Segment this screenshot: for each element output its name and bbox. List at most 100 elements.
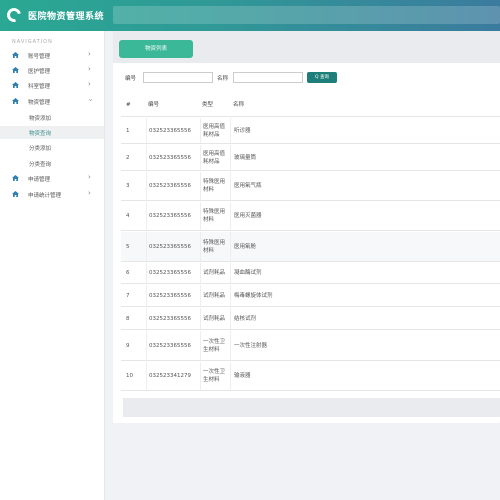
cell-name: 梅毒螺旋体试剂 (230, 285, 500, 306)
cell-type: 试剂耗品 (200, 308, 230, 329)
sidebar-item-label: 物资管理 (28, 100, 51, 106)
table-header: # 编号 类型 名称 (121, 93, 500, 117)
sidebar-subitem-label: 物资查询 (29, 131, 52, 137)
chevron-right-icon: › (88, 80, 91, 88)
table-row[interactable]: 9 032523365556 一次性卫生材料 一次性注射器 (121, 331, 500, 361)
pagination-bar (123, 398, 500, 417)
table-row[interactable]: 1 032523365556 医用高值耗材品 听诊器 (121, 118, 500, 144)
cell-type-text: 特殊医用材料 (203, 179, 226, 193)
cell-index: 1 (126, 127, 130, 134)
cell-no: 032523365556 (146, 202, 200, 230)
col-header-name: 名称 (233, 101, 245, 108)
sidebar-subitem-add-supply[interactable]: 物资添加 (0, 111, 104, 124)
cell-type: 医用高值耗材品 (200, 118, 230, 143)
cell-type-text: 特殊医用材料 (203, 239, 226, 254)
top-header: 医院物资管理系统 (0, 0, 500, 31)
sidebar-item-medical-staff[interactable]: 医护管理 › (0, 64, 104, 77)
sidebar-item-departments[interactable]: 科室管理 › (0, 79, 104, 92)
table-row[interactable]: 6 032523365556 试剂耗品 凝血酶试剂 (121, 263, 500, 284)
sidebar-item-label: 医护管理 (28, 69, 51, 75)
cell-no: 032523365556 (146, 118, 200, 143)
tab-supply-list[interactable]: 物资列表 (119, 40, 193, 58)
cell-name: 凝血酶试剂 (230, 263, 500, 283)
home-icon (12, 191, 19, 197)
cell-type: 试剂耗品 (200, 285, 230, 306)
table-row[interactable]: 5 032523365556 特殊医用材料 医用氧舱 (121, 232, 500, 262)
cell-type-text: 试剂耗品 (203, 292, 226, 299)
sidebar-item-label: 申请管理 (28, 177, 51, 183)
search-button[interactable]: Q 查询 (307, 72, 337, 83)
cell-name: 医用灭菌器 (230, 202, 500, 230)
cell-index: 2 (126, 154, 130, 161)
cell-type: 特殊医用材料 (200, 202, 230, 230)
table-row[interactable]: 8 032523365556 试剂耗品 结核试剂 (121, 308, 500, 330)
col-header-no: 编号 (148, 101, 160, 108)
cell-type-text: 试剂耗品 (203, 315, 226, 322)
chevron-right-icon: › (88, 173, 91, 181)
home-icon (12, 82, 19, 88)
cell-type: 一次性卫生材料 (200, 331, 230, 360)
sidebar-item-label: 账号管理 (28, 54, 51, 60)
col-header-type: 类型 (202, 101, 214, 108)
sidebar-subitem-query-supply[interactable]: 物资查询 (0, 126, 104, 139)
cell-type: 特殊医用材料 (200, 232, 230, 261)
cell-name: 结核试剂 (230, 308, 500, 329)
cell-name: 输液器 (230, 362, 500, 390)
home-icon (12, 98, 19, 104)
app-title: 医院物资管理系统 (28, 12, 105, 22)
sidebar-item-accounts[interactable]: 账号管理 › (0, 49, 104, 62)
chevron-down-icon: › (86, 98, 95, 102)
sidebar-item-application-stats[interactable]: 申请统计管理 › (0, 188, 104, 201)
cell-type-text: 特殊医用材料 (203, 209, 226, 223)
home-icon (12, 67, 19, 73)
filter-name-input[interactable] (233, 72, 303, 83)
table-row[interactable]: 10 032523341279 一次性卫生材料 输液器 (121, 362, 500, 391)
cell-index: 3 (126, 183, 130, 189)
cell-type: 医用高值耗材品 (200, 145, 230, 170)
cell-index: 8 (126, 315, 130, 322)
cell-type-text: 一次性卫生材料 (203, 338, 226, 353)
cell-index: 7 (126, 292, 130, 299)
cell-type: 试剂耗品 (200, 263, 230, 283)
cell-name: 玻璃量筒 (230, 145, 500, 170)
chevron-right-icon: › (88, 65, 91, 73)
filter-no-input[interactable] (143, 72, 213, 83)
chevron-right-icon: › (88, 50, 91, 58)
cell-type-text: 试剂耗品 (203, 270, 226, 276)
table-row[interactable]: 7 032523365556 试剂耗品 梅毒螺旋体试剂 (121, 285, 500, 307)
cell-no: 032523365556 (146, 232, 200, 261)
cell-type-text: 医用高值耗材品 (203, 150, 226, 165)
cell-no: 032523365556 (146, 172, 200, 200)
cell-name: 听诊器 (230, 118, 500, 143)
nav-caption: NAVIGATION (12, 39, 53, 45)
cell-type: 一次性卫生材料 (200, 362, 230, 390)
top-search-bar[interactable] (113, 6, 500, 24)
cell-no: 032523365556 (146, 331, 200, 360)
cell-name: 医用氧舱 (230, 232, 500, 261)
cell-no: 032523365556 (146, 263, 200, 283)
sidebar-item-applications[interactable]: 申请管理 › (0, 172, 104, 185)
sidebar-subitem-label: 分类添加 (29, 146, 52, 152)
table-row[interactable]: 3 032523365556 特殊医用材料 医用氧气瓶 (121, 172, 500, 201)
cell-no: 032523365556 (146, 285, 200, 306)
filter-name-label: 名称 (217, 76, 229, 82)
sidebar-subitem-query-category[interactable]: 分类查询 (0, 157, 104, 170)
cell-index: 10 (126, 373, 133, 379)
sidebar-item-supplies[interactable]: 物资管理 › (0, 95, 104, 108)
cell-index: 5 (126, 243, 130, 250)
col-header-index: # (126, 101, 131, 108)
cell-index: 6 (126, 270, 130, 276)
home-icon (12, 52, 19, 58)
cell-no: 032523365556 (146, 145, 200, 170)
table-row[interactable]: 4 032523365556 特殊医用材料 医用灭菌器 (121, 202, 500, 231)
cell-no: 032523341279 (146, 362, 200, 390)
cell-name: 医用氧气瓶 (230, 172, 500, 200)
table-row[interactable]: 2 032523365556 医用高值耗材品 玻璃量筒 (121, 145, 500, 171)
cell-type-text: 一次性卫生材料 (203, 369, 226, 383)
filter-no-label: 编号 (125, 76, 137, 82)
page-footer-area (105, 423, 500, 500)
home-icon (12, 175, 19, 181)
sidebar-subitem-add-category[interactable]: 分类添加 (0, 141, 104, 154)
cell-type-text: 医用高值耗材品 (203, 123, 226, 138)
sidebar-item-label: 科室管理 (28, 84, 51, 90)
